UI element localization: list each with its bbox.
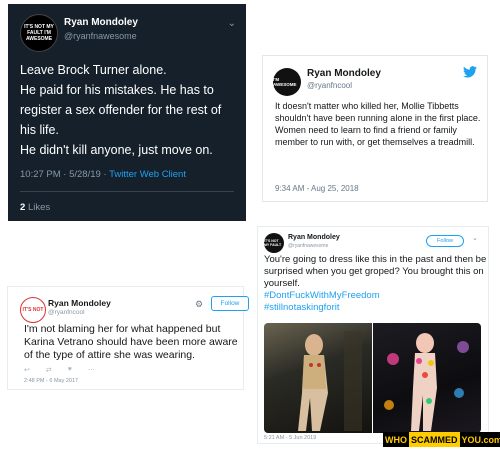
tweet-photo[interactable] <box>264 323 372 433</box>
author-name[interactable]: Ryan Mondoley <box>64 17 138 28</box>
tweet-timestamp[interactable]: 5:21 AM - 5 Jun 2019 <box>264 435 316 441</box>
author-name[interactable]: Ryan Mondoley <box>288 234 340 241</box>
tweet-timestamp: 10:27 PM · 5/28/19 · Twitter Web Client <box>20 169 186 180</box>
source-link[interactable]: Twitter Web Client <box>109 169 186 180</box>
gear-icon[interactable]: ⚙ <box>195 299 203 310</box>
photo-figure-icon <box>298 331 362 431</box>
retweet-icon[interactable]: ⇄ <box>46 366 52 374</box>
tweet-text: I'm not blaming her for what happened bu… <box>24 323 238 361</box>
chevron-down-icon[interactable]: ⌄ <box>228 18 236 29</box>
follow-button[interactable]: Follow <box>426 235 464 247</box>
author-handle[interactable]: @ryanfnawesome <box>288 243 328 249</box>
likes-count[interactable]: 2 Likes <box>20 202 50 213</box>
photo-figure-icon <box>384 333 469 431</box>
avatar[interactable]: I'M AWESOME <box>273 68 301 96</box>
tweet-timestamp[interactable]: 9:34 AM - Aug 25, 2018 <box>275 184 359 193</box>
tweet-text: You're going to dress like this in the p… <box>264 254 488 314</box>
reply-icon[interactable]: ↩ <box>24 366 30 374</box>
tweet-card-1[interactable]: IT'S NOT MY FAULT I'M AWESOME Ryan Mondo… <box>8 4 246 221</box>
chevron-down-icon[interactable]: ⌄ <box>472 234 478 242</box>
tweet-card-2[interactable]: I'M AWESOME Ryan Mondoley @ryanfncool It… <box>262 55 488 202</box>
follow-button[interactable]: Follow <box>211 296 249 311</box>
more-icon[interactable]: ⋯ <box>88 366 95 374</box>
author-handle[interactable]: @ryanfncool <box>307 81 352 90</box>
avatar[interactable]: IT'S NOT <box>20 297 46 323</box>
tweet-text: It doesn't matter who killed her, Mollie… <box>275 101 481 147</box>
tweet-actions: ↩ ⇄ ♥ ⋯ <box>24 366 95 374</box>
author-handle[interactable]: @ryanfnawesome <box>64 31 137 41</box>
tweet-card-3[interactable]: IT'S NOT Ryan Mondoley @ryanfncool ⚙ Fol… <box>7 286 249 390</box>
hashtag-link[interactable]: #stillnotaskingforit <box>264 302 488 314</box>
divider <box>20 191 234 192</box>
tweet-timestamp[interactable]: 2:48 PM - 6 May 2017 <box>24 378 78 384</box>
like-icon[interactable]: ♥ <box>68 366 72 374</box>
twitter-bird-icon <box>463 66 477 78</box>
author-name[interactable]: Ryan Mondoley <box>48 298 111 308</box>
avatar[interactable]: IT'S NOT MY FAULT I'M AWESOME <box>20 14 58 52</box>
author-handle[interactable]: @ryanfncool <box>48 309 85 316</box>
hashtag-link[interactable]: #DontFuckWithMyFreedom <box>264 290 488 302</box>
watermark-logo: WHO SCAMMED YOU.com <box>383 432 500 447</box>
author-name[interactable]: Ryan Mondoley <box>307 68 381 79</box>
tweet-photo[interactable] <box>373 323 481 433</box>
tweet-text: Leave Brock Turner alone. He paid for hi… <box>20 63 222 157</box>
tweet-card-4[interactable]: IT'S NOT MY FAULT Ryan Mondoley @ryanfna… <box>257 226 489 444</box>
avatar[interactable]: IT'S NOT MY FAULT <box>264 233 284 253</box>
